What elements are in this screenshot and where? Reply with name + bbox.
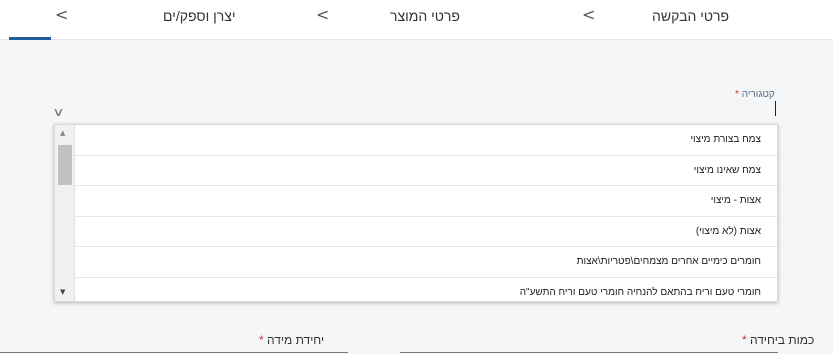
step-manufacturer-supplier-label: יצרן וספק/ים — [163, 8, 236, 24]
dropdown-options: צמח בצורת מיצוי צמח שאינו מיצוי אצות - מ… — [75, 125, 777, 308]
dropdown-option[interactable]: צמח שאינו מיצוי — [75, 156, 777, 186]
step-request-details[interactable]: פרטי הבקשה < — [560, 0, 833, 40]
unit-label: יחידת מידה * — [259, 333, 324, 347]
step-product-details[interactable]: פרטי המוצר < — [300, 0, 560, 40]
step-product-details-label: פרטי המוצר — [390, 8, 460, 24]
category-label: קטגוריה * — [735, 89, 775, 100]
chevron-left-icon: < — [316, 5, 330, 24]
step-manufacturer-supplier[interactable]: יצרן וספק/ים < — [0, 0, 300, 40]
dropdown-scrollbar[interactable]: ▲ ▼ — [55, 125, 75, 301]
dropdown-option[interactable]: צמח בצורת מיצוי — [75, 125, 777, 156]
required-mark: * — [742, 333, 747, 347]
text-caret — [775, 101, 776, 116]
required-mark: * — [735, 89, 739, 100]
category-dropdown-list: ▲ ▼ צמח בצורת מיצוי צמח שאינו מיצוי אצות… — [54, 124, 778, 302]
category-label-text: קטגוריה — [741, 89, 775, 100]
unit-label-text: יחידת מידה — [267, 333, 325, 347]
required-mark: * — [259, 333, 264, 347]
chevron-left-icon: < — [55, 5, 69, 24]
quantity-input[interactable] — [400, 352, 778, 353]
step-request-details-label: פרטי הבקשה — [652, 8, 729, 24]
chevron-down-icon[interactable]: ∨ — [52, 105, 64, 119]
quantity-label-text: כמות ביחידה — [750, 333, 815, 347]
dropdown-option[interactable]: אצות - מיצוי — [75, 186, 777, 217]
dropdown-option[interactable]: חומרי טעם וריח בהתאם להנחיה חומרי טעם ור… — [75, 278, 777, 309]
dropdown-option[interactable]: חומרים כימיים אחרים מצמחים\פטריות\אצות — [75, 247, 777, 278]
active-step-indicator — [9, 37, 51, 40]
scroll-up-icon[interactable]: ▲ — [60, 129, 65, 137]
quantity-label: כמות ביחידה * — [742, 333, 814, 347]
chevron-left-icon: < — [582, 5, 596, 24]
form-area: קטגוריה * ∨ ▲ ▼ צמח בצורת מיצוי צמח שאינ… — [0, 41, 833, 354]
dropdown-option[interactable]: אצות (לא מיצוי) — [75, 217, 777, 247]
scroll-thumb[interactable] — [58, 145, 72, 185]
unit-select[interactable] — [0, 352, 348, 353]
scroll-down-icon[interactable]: ▼ — [60, 288, 65, 296]
wizard-steps-bar: פרטי הבקשה < פרטי המוצר < יצרן וספק/ים < — [0, 0, 833, 40]
